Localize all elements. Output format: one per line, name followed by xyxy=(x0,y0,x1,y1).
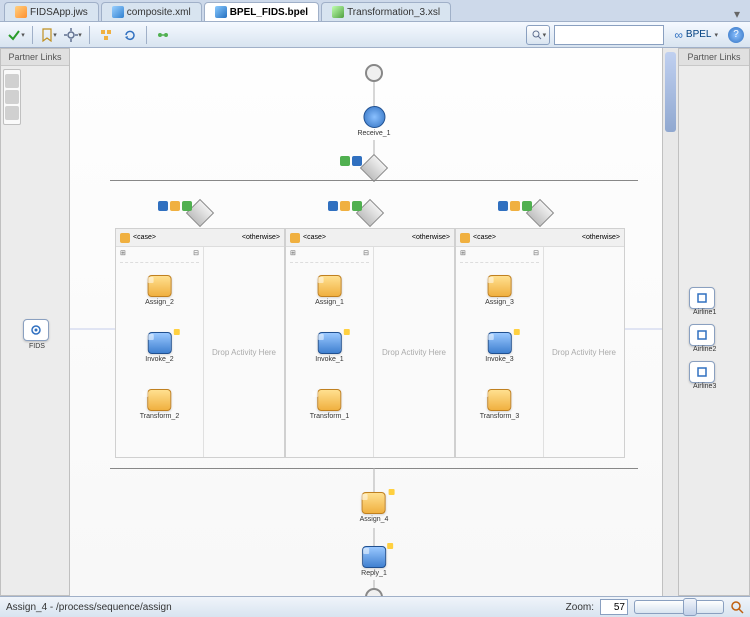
bookmark-button[interactable]: ▾ xyxy=(39,25,59,45)
switch-badges xyxy=(340,156,362,166)
collapse-icon[interactable]: ⊟ xyxy=(193,249,199,262)
branch-box-2[interactable]: <case><otherwise> ⊞⊟ Assign_1 Invoke_1 T… xyxy=(285,228,455,458)
partner-links-left: Partner Links FIDS xyxy=(0,48,70,596)
invoke-activity[interactable] xyxy=(487,332,511,354)
invoke-activity[interactable] xyxy=(147,332,171,354)
zoom-slider[interactable] xyxy=(634,600,724,614)
partner-links-right: Partner Links Airline1 Airline2 Airline3 xyxy=(678,48,750,596)
help-button[interactable]: ? xyxy=(728,27,744,43)
receive-node[interactable] xyxy=(363,106,385,128)
search-input[interactable] xyxy=(554,25,664,45)
tab-label: FIDSApp.jws xyxy=(30,7,88,18)
partner-link-label: Airline2 xyxy=(693,346,716,353)
drop-zone[interactable]: Drop Activity Here xyxy=(544,247,624,457)
palette-item[interactable] xyxy=(5,106,19,120)
partner-link-airline1[interactable] xyxy=(689,287,715,309)
palette-item[interactable] xyxy=(5,90,19,104)
tab-fidsapp[interactable]: FIDSApp.jws xyxy=(4,2,99,21)
assign-activity[interactable] xyxy=(317,275,341,297)
activity-label: Invoke_3 xyxy=(485,356,513,363)
status-bar: Assign_4 - /process/sequence/assign Zoom… xyxy=(0,596,750,617)
xml-icon xyxy=(112,6,124,18)
assign-activity[interactable] xyxy=(487,275,511,297)
invoke-activity[interactable] xyxy=(317,332,341,354)
tab-label: BPEL_FIDS.bpel xyxy=(230,7,308,18)
tab-label: composite.xml xyxy=(127,7,191,18)
activity-label: Reply_1 xyxy=(361,570,387,577)
toolbar: ▾ ▾ ▾ ▾ ∞BPEL▾ ? xyxy=(0,22,750,48)
transform-activity[interactable] xyxy=(487,389,511,411)
jws-icon xyxy=(15,6,27,18)
branch-box-1[interactable]: <case><otherwise> ⊞⊟ Assign_2 Invoke_2 T… xyxy=(115,228,285,458)
expand-icon[interactable] xyxy=(399,233,409,243)
partner-link-label: Airline1 xyxy=(693,309,716,316)
bpel-canvas[interactable]: Receive_1 <case><otherwise> ⊞⊟ xyxy=(70,48,678,596)
partner-link-label: FIDS xyxy=(29,343,45,350)
drop-zone[interactable]: Drop Activity Here xyxy=(204,247,284,457)
palette-item[interactable] xyxy=(5,74,19,88)
activity-label: Assign_4 xyxy=(360,516,389,523)
tab-composite[interactable]: composite.xml xyxy=(101,2,202,21)
activity-label: Transform_2 xyxy=(140,413,179,420)
zoom-input[interactable] xyxy=(600,599,628,615)
scope-divider xyxy=(110,180,638,181)
partner-links-header: Partner Links xyxy=(679,49,749,66)
end-node[interactable] xyxy=(365,588,383,596)
activity-label: Assign_2 xyxy=(145,299,174,306)
palette xyxy=(3,69,21,125)
tab-transformation[interactable]: Transformation_3.xsl xyxy=(321,2,451,21)
canvas-wrap: Receive_1 <case><otherwise> ⊞⊟ xyxy=(70,48,678,596)
activity-label: Receive_1 xyxy=(357,130,390,137)
scrollbar-thumb[interactable] xyxy=(665,52,676,132)
switch-node[interactable] xyxy=(360,154,388,182)
editor-main: Partner Links FIDS Receive_1 xyxy=(0,48,750,596)
refresh-button[interactable] xyxy=(120,25,140,45)
partner-link-button[interactable] xyxy=(153,25,173,45)
activity-label: Transform_3 xyxy=(480,413,519,420)
activity-label: Transform_1 xyxy=(310,413,349,420)
zoom-label: Zoom: xyxy=(566,602,594,613)
activity-label: Assign_1 xyxy=(315,299,344,306)
bpel-version-badge[interactable]: ∞BPEL▾ xyxy=(668,26,724,44)
vertical-scrollbar[interactable] xyxy=(662,48,678,596)
editor-tabs-bar: FIDSApp.jws composite.xml BPEL_FIDS.bpel… xyxy=(0,0,750,22)
layout-button[interactable] xyxy=(96,25,116,45)
reply-activity[interactable] xyxy=(362,546,386,568)
tab-label: Transformation_3.xsl xyxy=(347,7,440,18)
partner-link-airline2[interactable] xyxy=(689,324,715,346)
xsl-icon xyxy=(332,6,344,18)
drop-zone[interactable]: Drop Activity Here xyxy=(374,247,454,457)
tab-bpel-fids[interactable]: BPEL_FIDS.bpel xyxy=(204,2,319,21)
start-node[interactable] xyxy=(365,64,383,82)
activity-label: Invoke_2 xyxy=(145,356,173,363)
gear-button[interactable]: ▾ xyxy=(63,25,83,45)
status-path: Assign_4 - /process/sequence/assign xyxy=(6,602,172,613)
validate-button[interactable]: ▾ xyxy=(6,25,26,45)
collapse-icon[interactable]: ⊟ xyxy=(363,249,369,262)
transform-activity[interactable] xyxy=(147,389,171,411)
search-scope-select[interactable]: ▾ xyxy=(526,25,550,45)
zoom-fit-icon[interactable] xyxy=(730,600,744,614)
partner-link-fids[interactable] xyxy=(23,319,49,341)
bpel-icon xyxy=(215,6,227,18)
expand-icon[interactable] xyxy=(229,233,239,243)
expand-icon[interactable] xyxy=(569,233,579,243)
tabs-overflow-button[interactable]: ▾ xyxy=(730,7,744,21)
assign-activity[interactable] xyxy=(362,492,386,514)
assign-activity[interactable] xyxy=(147,275,171,297)
partner-link-airline3[interactable] xyxy=(689,361,715,383)
branch-box-3[interactable]: <case><otherwise> ⊞⊟ Assign_3 Invoke_3 T… xyxy=(455,228,625,458)
activity-label: Invoke_1 xyxy=(315,356,343,363)
activity-label: Assign_3 xyxy=(485,299,514,306)
collapse-icon[interactable]: ⊟ xyxy=(533,249,539,262)
transform-activity[interactable] xyxy=(317,389,341,411)
zoom-slider-knob[interactable] xyxy=(683,598,697,616)
partner-link-label: Airline3 xyxy=(693,383,716,390)
partner-links-header: Partner Links xyxy=(1,49,69,66)
